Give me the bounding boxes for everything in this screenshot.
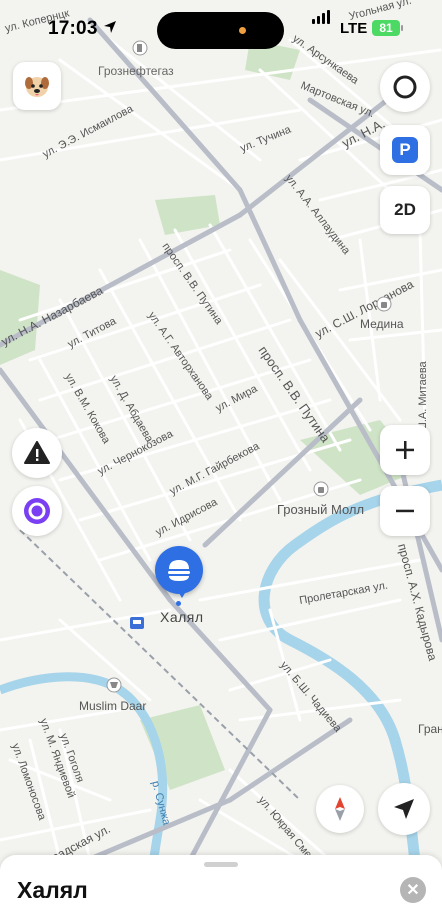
poi-label-grand: Гран [418,722,442,736]
zoom-out-button[interactable] [380,486,430,536]
alice-assistant-button[interactable] [12,486,62,536]
poi-label-medina: Медина [360,317,404,331]
pin-anchor-dot [176,601,181,606]
burger-icon [168,560,190,581]
compass-icon [335,797,345,821]
poi-label-groznefte: Грознефтегаз [98,64,174,78]
selected-place-label: Халял [160,609,204,625]
profile-avatar-button[interactable] [13,62,61,110]
dog-avatar-icon [25,77,49,97]
layers-button[interactable] [380,62,430,112]
parking-button[interactable]: P [380,125,430,175]
status-bar: 17:03 LTE 81 [0,0,442,58]
mic-indicator-icon [239,27,246,34]
warning-icon [24,441,50,464]
transit-stop-icon [130,617,144,629]
battery-cap [401,25,403,31]
view-mode-button[interactable]: 2D [380,186,430,234]
battery-icon: 81 [372,20,400,36]
sheet-grabber[interactable] [204,862,238,867]
layers-ring-icon [393,75,417,99]
zoom-in-button[interactable] [380,425,430,475]
network-type: LTE [340,20,368,37]
dynamic-island [157,12,284,49]
road-events-button[interactable] [12,428,62,478]
poi-label-grozny-mall: Грозный Молл [277,502,364,517]
selected-place-pin[interactable] [155,546,203,594]
plus-icon [396,441,414,459]
close-icon[interactable]: ✕ [400,877,426,903]
location-arrow-icon [104,21,116,33]
navigation-arrow-icon [394,799,414,819]
view-mode-label: 2D [394,200,416,219]
my-location-button[interactable] [378,783,430,835]
map-canvas[interactable]: ул. Копернцк Грознефтегаз ул. Э.Э. Исмаи… [0,0,442,900]
alice-icon [24,498,50,524]
status-time: 17:03 [48,18,98,39]
pin-tail [176,588,188,598]
compass-button[interactable] [316,785,364,833]
minus-icon [396,509,414,513]
parking-icon: P [392,137,418,163]
place-bottom-sheet[interactable]: Халял ✕ [0,855,442,915]
poi-label-muslim-daar: Muslim Daar [79,699,146,713]
